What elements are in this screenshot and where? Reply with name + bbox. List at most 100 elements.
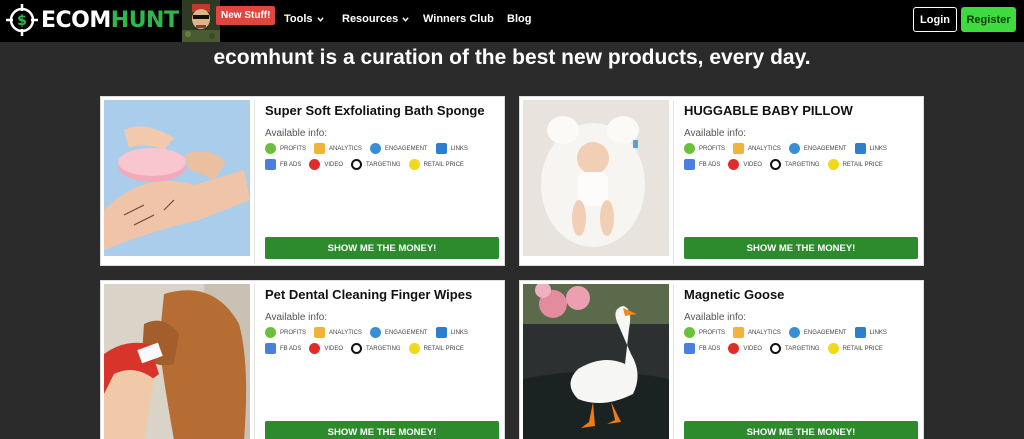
tag-fb-ads: FB ADS: [265, 343, 301, 354]
tag-links: LINKS: [854, 143, 887, 154]
link-icon: [854, 327, 866, 338]
top-navbar: $ ECOMHUNT New Stuff! Tools Resources Wi…: [0, 0, 1024, 42]
show-me-the-money-button[interactable]: SHOW ME THE MONEY!: [684, 237, 918, 259]
engagement-icon: [788, 143, 800, 154]
nav-resources[interactable]: Resources: [342, 13, 409, 25]
video-play-icon: [309, 343, 321, 354]
product-title[interactable]: Super Soft Exfoliating Bath Sponge: [265, 103, 485, 118]
show-me-the-money-button[interactable]: SHOW ME THE MONEY!: [265, 421, 499, 439]
card-divider: [673, 100, 674, 264]
svg-text:$: $: [17, 13, 27, 29]
engagement-icon: [369, 143, 381, 154]
dollar-icon: [684, 143, 695, 154]
tag-analytics: ANALYTICS: [314, 327, 362, 338]
new-stuff-badge[interactable]: New Stuff!: [216, 6, 276, 25]
tag-engagement: ENGAGEMENT: [788, 143, 847, 154]
tag-fb-ads: FB ADS: [684, 159, 720, 170]
analytics-icon: [733, 143, 745, 154]
analytics-icon: [733, 327, 745, 338]
tag-links: LINKS: [854, 327, 887, 338]
show-me-the-money-button[interactable]: SHOW ME THE MONEY!: [265, 237, 499, 259]
tag-analytics: ANALYTICS: [314, 143, 362, 154]
product-title[interactable]: HUGGABLE BABY PILLOW: [684, 103, 853, 118]
tag-links: LINKS: [435, 143, 468, 154]
product-title[interactable]: Magnetic Goose: [684, 287, 784, 302]
card-divider: [254, 284, 255, 439]
engagement-icon: [369, 327, 381, 338]
mascot-character-image: [182, 0, 220, 42]
info-tags-row-2: FB ADS VIDEO TARGETING RETAIL PRICE: [265, 343, 472, 354]
product-image-baby-pillow[interactable]: [523, 100, 669, 256]
ecomhunt-logo[interactable]: $ ECOMHUNT: [6, 4, 179, 36]
product-image-bath-sponge[interactable]: [104, 100, 250, 256]
card-divider: [673, 284, 674, 439]
tag-profits: PROFITS: [265, 327, 306, 338]
retail-price-icon: [408, 159, 420, 170]
dollar-icon: [265, 143, 276, 154]
product-card: Magnetic Goose Available info: PROFITS A…: [519, 280, 924, 439]
link-icon: [435, 327, 447, 338]
fb-ads-icon: [684, 159, 695, 170]
fb-ads-icon: [265, 159, 276, 170]
retail-price-icon: [827, 343, 839, 354]
dollar-icon: [684, 327, 695, 338]
chevron-down-icon: [402, 16, 409, 22]
info-tags-row-2: FB ADS VIDEO TARGETING RETAIL PRICE: [684, 159, 891, 170]
tag-engagement: ENGAGEMENT: [369, 327, 428, 338]
analytics-icon: [314, 143, 326, 154]
register-button[interactable]: Register: [961, 7, 1016, 32]
tag-retail-price: RETAIL PRICE: [408, 159, 464, 170]
tag-engagement: ENGAGEMENT: [369, 143, 428, 154]
product-image-pet-wipes[interactable]: [104, 284, 250, 439]
info-tags-row-1: PROFITS ANALYTICS ENGAGEMENT LINKS: [265, 143, 476, 154]
link-icon: [435, 143, 447, 154]
tag-video: VIDEO: [309, 343, 343, 354]
nav-tools-label: Tools: [284, 13, 313, 25]
info-tags-row-2: FB ADS VIDEO TARGETING RETAIL PRICE: [265, 159, 472, 170]
tag-video: VIDEO: [728, 343, 762, 354]
target-icon: [351, 159, 363, 170]
tag-fb-ads: FB ADS: [684, 343, 720, 354]
retail-price-icon: [827, 159, 839, 170]
analytics-icon: [314, 327, 326, 338]
nav-tools[interactable]: Tools: [284, 13, 324, 25]
tag-video: VIDEO: [728, 159, 762, 170]
tag-targeting: TARGETING: [351, 343, 401, 354]
available-info-label: Available info:: [684, 128, 747, 139]
product-card: Pet Dental Cleaning Finger Wipes Availab…: [100, 280, 505, 439]
tag-retail-price: RETAIL PRICE: [408, 343, 464, 354]
show-me-the-money-button[interactable]: SHOW ME THE MONEY!: [684, 421, 918, 439]
tag-profits: PROFITS: [265, 143, 306, 154]
tag-targeting: TARGETING: [770, 343, 820, 354]
target-icon: [770, 159, 782, 170]
fb-ads-icon: [684, 343, 695, 354]
nav-winners-club[interactable]: Winners Club: [423, 13, 494, 25]
available-info-label: Available info:: [684, 312, 747, 323]
page-headline: ecomhunt is a curation of the best new p…: [213, 46, 811, 69]
video-play-icon: [309, 159, 321, 170]
product-image-magnetic-goose[interactable]: [523, 284, 669, 439]
fb-ads-icon: [265, 343, 276, 354]
tag-links: LINKS: [435, 327, 468, 338]
tag-fb-ads: FB ADS: [265, 159, 301, 170]
dollar-icon: [265, 327, 276, 338]
tag-profits: PROFITS: [684, 143, 725, 154]
tag-engagement: ENGAGEMENT: [788, 327, 847, 338]
target-icon: [351, 343, 363, 354]
target-icon: [770, 343, 782, 354]
tag-targeting: TARGETING: [351, 159, 401, 170]
engagement-icon: [788, 327, 800, 338]
tag-retail-price: RETAIL PRICE: [827, 159, 883, 170]
available-info-label: Available info:: [265, 312, 328, 323]
card-divider: [254, 100, 255, 264]
product-title[interactable]: Pet Dental Cleaning Finger Wipes: [265, 287, 472, 302]
tag-analytics: ANALYTICS: [733, 327, 781, 338]
nav-resources-label: Resources: [342, 13, 399, 25]
info-tags-row-1: PROFITS ANALYTICS ENGAGEMENT LINKS: [684, 143, 895, 154]
info-tags-row-1: PROFITS ANALYTICS ENGAGEMENT LINKS: [265, 327, 476, 338]
available-info-label: Available info:: [265, 128, 328, 139]
tag-retail-price: RETAIL PRICE: [827, 343, 883, 354]
login-button[interactable]: Login: [913, 7, 957, 32]
nav-blog[interactable]: Blog: [507, 13, 531, 25]
product-card: HUGGABLE BABY PILLOW Available info: PRO…: [519, 96, 924, 266]
